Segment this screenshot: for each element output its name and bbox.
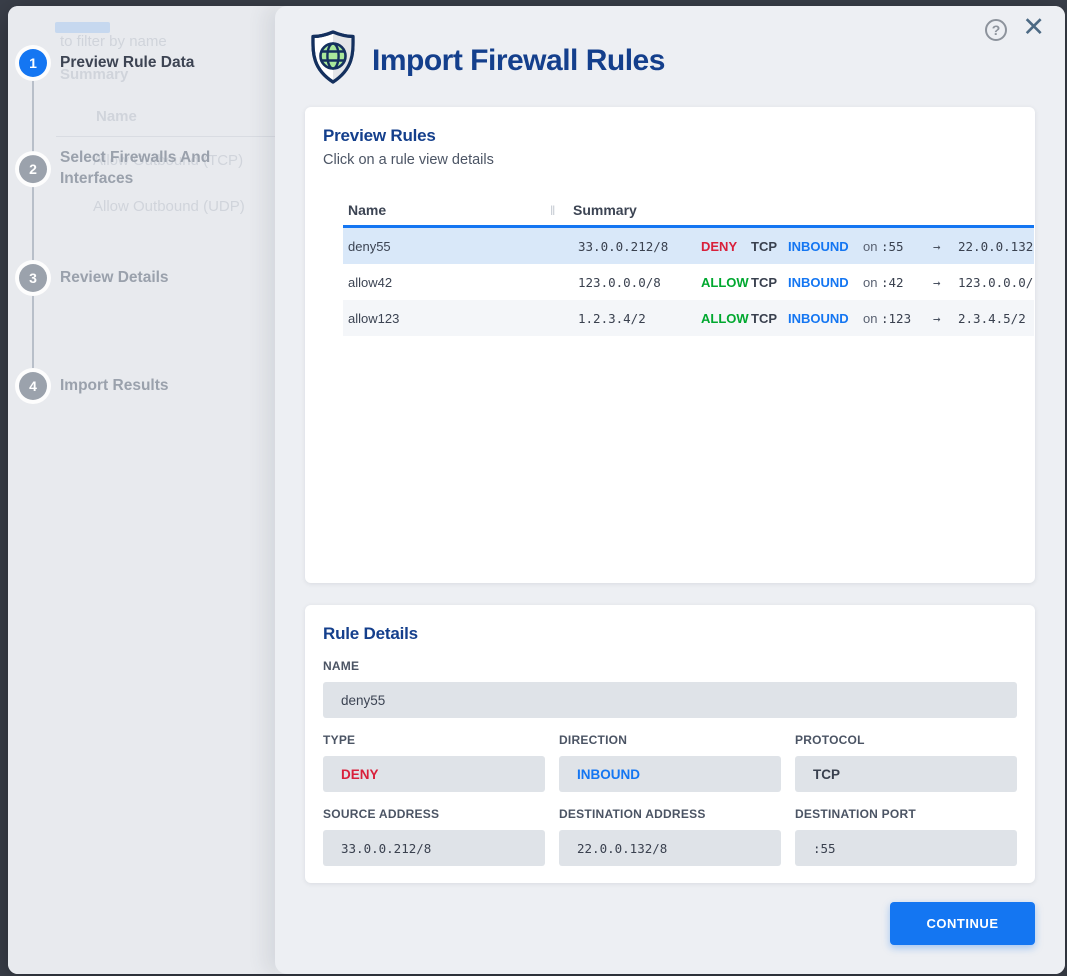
rule-action: ALLOW (701, 311, 751, 326)
help-icon[interactable]: ? (985, 19, 1007, 41)
dialog-main-panel: Import Firewall Rules ? ✕ Preview Rules … (275, 6, 1065, 974)
rule-on-word: on (863, 239, 881, 254)
dialog-header: Import Firewall Rules ? ✕ (275, 6, 1065, 106)
arrow-icon: → (933, 275, 958, 290)
rule-port: :123 (881, 311, 933, 326)
rule-source: 1.2.3.4/2 (578, 311, 701, 326)
step-review-details[interactable]: 3 Review Details (19, 264, 169, 292)
ghost-name-header: Name (96, 108, 137, 125)
type-field-value: DENY (341, 767, 379, 782)
direction-field-value: INBOUND (577, 767, 640, 782)
rule-action: ALLOW (701, 275, 751, 290)
step-2-badge: 2 (19, 155, 47, 183)
rule-details-card: Rule Details NAME deny55 TYPE DENY DIREC… (305, 605, 1035, 883)
rule-on-word: on (863, 275, 881, 290)
preview-rules-subheading: Click on a rule view details (323, 152, 1017, 168)
direction-field: INBOUND (559, 756, 781, 792)
rule-summary-cell: 33.0.0.212/8 DENY TCP INBOUND on :55 → 2… (578, 239, 1034, 254)
preview-rules-card: Preview Rules Click on a rule view detai… (305, 107, 1035, 583)
destination-port-field: :55 (795, 830, 1017, 866)
step-number: 1 (29, 55, 37, 71)
destination-address-field-value: 22.0.0.132/8 (577, 841, 667, 856)
rule-destination: 2.3.4.5/2 (958, 311, 1034, 326)
step-select-firewalls-and-interfaces[interactable]: 2 Select Firewalls And Interfaces (19, 148, 250, 190)
source-address-field-label: SOURCE ADDRESS (323, 807, 545, 821)
direction-field-label: DIRECTION (559, 733, 781, 747)
rule-name-cell: deny55 (343, 239, 578, 254)
rule-protocol: TCP (751, 311, 788, 326)
rule-action: DENY (701, 239, 751, 254)
table-row-allow123[interactable]: allow123 1.2.3.4/2 ALLOW TCP INBOUND on … (343, 300, 1034, 336)
rule-destination: 22.0.0.132/8 (958, 239, 1034, 254)
rule-port: :42 (881, 275, 933, 290)
destination-address-field: 22.0.0.132/8 (559, 830, 781, 866)
rule-name-cell: allow42 (343, 275, 578, 290)
protocol-field-value: TCP (813, 767, 840, 782)
rule-name-cell: allow123 (343, 311, 578, 326)
shield-globe-icon (308, 29, 358, 85)
column-header-summary[interactable]: Summary (573, 202, 637, 218)
rule-source: 123.0.0.0/8 (578, 275, 701, 290)
rule-summary-cell: 1.2.3.4/2 ALLOW TCP INBOUND on :123 → 2.… (578, 311, 1034, 326)
preview-rules-heading: Preview Rules (323, 126, 1017, 146)
name-field-label: NAME (323, 659, 1017, 673)
rule-source: 33.0.0.212/8 (578, 239, 701, 254)
destination-port-field-label: DESTINATION PORT (795, 807, 1017, 821)
rule-destination: 123.0.0.0/8 (958, 275, 1034, 290)
rule-summary-cell: 123.0.0.0/8 ALLOW TCP INBOUND on :42 → 1… (578, 275, 1034, 290)
destination-port-field-value: :55 (813, 841, 836, 856)
import-firewall-rules-dialog: to filter by name Summary Name Allow Out… (8, 6, 1065, 974)
step-number: 4 (29, 378, 37, 394)
step-4-badge: 4 (19, 372, 47, 400)
step-label: Import Results (60, 376, 169, 397)
rule-direction: INBOUND (788, 275, 863, 290)
column-resize-handle[interactable]: ‖ (550, 203, 560, 218)
rule-direction: INBOUND (788, 311, 863, 326)
ghost-rule-row: Allow Outbound (UDP) (93, 198, 245, 215)
name-field: deny55 (323, 682, 1017, 718)
arrow-icon: → (933, 239, 958, 254)
close-icon[interactable]: ✕ (1022, 12, 1045, 43)
step-label: Review Details (60, 268, 169, 289)
step-1-badge: 1 (19, 49, 47, 77)
type-field: DENY (323, 756, 545, 792)
step-label: Select Firewalls And Interfaces (60, 148, 250, 190)
continue-button[interactable]: CONTINUE (890, 902, 1035, 945)
rule-on-word: on (863, 311, 881, 326)
wizard-stepper-sidebar: to filter by name Summary Name Allow Out… (8, 6, 275, 974)
source-address-field: 33.0.0.212/8 (323, 830, 545, 866)
step-label: Preview Rule Data (60, 53, 194, 74)
table-row-allow42[interactable]: allow42 123.0.0.0/8 ALLOW TCP INBOUND on… (343, 264, 1034, 300)
column-header-name[interactable]: Name (343, 202, 550, 218)
rule-details-heading: Rule Details (323, 624, 1017, 644)
rules-table: Name ‖ Summary deny55 33.0.0.212/8 DENY … (343, 195, 1034, 336)
rule-protocol: TCP (751, 239, 788, 254)
rule-protocol: TCP (751, 275, 788, 290)
step-preview-rule-data[interactable]: 1 Preview Rule Data (19, 49, 194, 77)
name-field-value: deny55 (341, 693, 385, 708)
type-field-label: TYPE (323, 733, 545, 747)
ghost-filter-hint: to filter by name (60, 33, 167, 50)
table-row-deny55[interactable]: deny55 33.0.0.212/8 DENY TCP INBOUND on … (343, 228, 1034, 264)
step-number: 2 (29, 161, 37, 177)
source-address-field-value: 33.0.0.212/8 (341, 841, 431, 856)
protocol-field-label: PROTOCOL (795, 733, 1017, 747)
arrow-icon: → (933, 311, 958, 326)
rules-table-header: Name ‖ Summary (343, 195, 1034, 228)
step-3-badge: 3 (19, 264, 47, 292)
step-import-results[interactable]: 4 Import Results (19, 372, 169, 400)
ghost-highlight-pill (55, 22, 110, 33)
rule-port: :55 (881, 239, 933, 254)
protocol-field: TCP (795, 756, 1017, 792)
step-number: 3 (29, 270, 37, 286)
rule-direction: INBOUND (788, 239, 863, 254)
stepper-connector-line (32, 57, 34, 380)
destination-address-field-label: DESTINATION ADDRESS (559, 807, 781, 821)
dialog-title: Import Firewall Rules (372, 44, 665, 78)
ghost-divider (56, 136, 275, 137)
